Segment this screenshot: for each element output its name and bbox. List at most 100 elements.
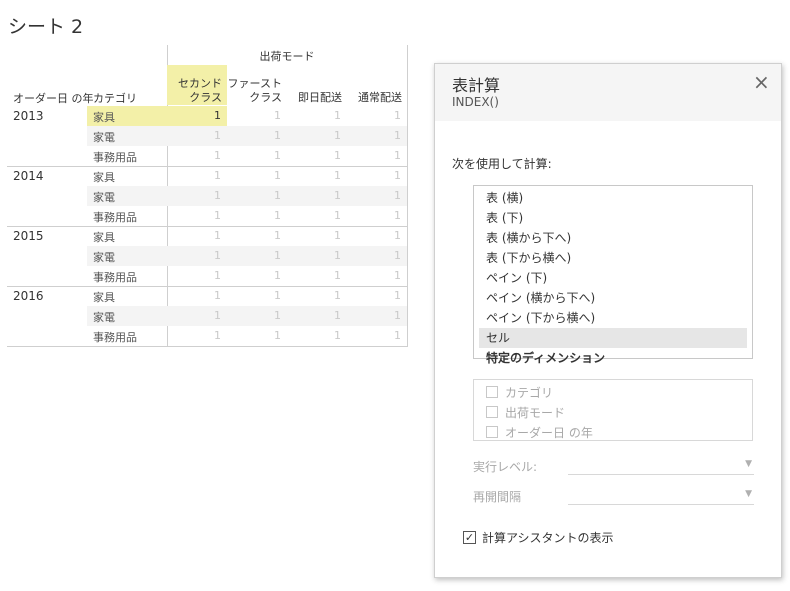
table-cell[interactable]: 1: [287, 149, 347, 162]
category-label[interactable]: 家電: [93, 189, 115, 205]
row-header-category[interactable]: カテゴリ: [93, 90, 137, 106]
category-label[interactable]: 家電: [93, 129, 115, 145]
table-cell[interactable]: 1: [227, 209, 287, 222]
row-header-year[interactable]: オーダー日 の年: [13, 90, 94, 106]
table-cell[interactable]: 1: [167, 269, 227, 282]
table-cell[interactable]: 1: [347, 309, 407, 322]
category-label[interactable]: 家具: [93, 169, 115, 185]
table-cell[interactable]: 1: [167, 169, 227, 182]
column-header-standard[interactable]: 通常配送: [347, 65, 407, 105]
table-cell[interactable]: 1: [347, 289, 407, 302]
table-cell[interactable]: 1: [167, 309, 227, 322]
table-cell[interactable]: 1: [347, 209, 407, 222]
table-cell[interactable]: 1: [347, 129, 407, 142]
table-cell[interactable]: 1: [287, 249, 347, 262]
table-cell[interactable]: 1: [227, 169, 287, 182]
table-cell[interactable]: 1: [167, 189, 227, 202]
table-cell[interactable]: 1: [167, 109, 227, 122]
option-specific-dimensions[interactable]: 特定のディメンション: [479, 348, 747, 368]
dimension-label: オーダー日 の年: [505, 425, 593, 440]
table-row: 家電 1 1 1 1: [7, 246, 408, 266]
table-cell[interactable]: 1: [227, 329, 287, 342]
option-pane-down-then-across[interactable]: ペイン (下から横へ): [479, 308, 747, 328]
table-cell[interactable]: 1: [227, 269, 287, 282]
year-label[interactable]: 2014: [13, 169, 44, 183]
table-cell[interactable]: 1: [347, 149, 407, 162]
category-label[interactable]: 家具: [93, 109, 115, 125]
dimension-label: カテゴリ: [505, 385, 554, 400]
category-label[interactable]: 事務用品: [93, 209, 137, 225]
checkbox-icon: [486, 386, 498, 398]
column-header-line: 通常配送: [358, 91, 402, 104]
year-label[interactable]: 2013: [13, 109, 44, 123]
compute-using-list[interactable]: 表 (横) 表 (下) 表 (横から下へ) 表 (下から横へ) ペイン (下) …: [473, 185, 753, 365]
option-table-across-then-down[interactable]: 表 (横から下へ): [479, 228, 747, 248]
table-cell[interactable]: 1: [227, 289, 287, 302]
table-cell[interactable]: 1: [227, 149, 287, 162]
table-cell[interactable]: 1: [167, 229, 227, 242]
crosstab: 出荷モード オーダー日 の年 カテゴリ セカンド クラス ファースト クラス 即…: [7, 45, 409, 347]
table-cell[interactable]: 1: [167, 249, 227, 262]
table-cell[interactable]: 1: [287, 309, 347, 322]
option-table-down-then-across[interactable]: 表 (下から横へ): [479, 248, 747, 268]
table-cell[interactable]: 1: [287, 289, 347, 302]
table-cell[interactable]: 1: [347, 169, 407, 182]
option-cell[interactable]: セル: [479, 328, 747, 348]
table-row: 2015 家具 1 1 1 1: [7, 226, 408, 246]
show-assistant-toggle[interactable]: ✓ 計算アシスタントの表示: [463, 529, 614, 546]
category-label[interactable]: 事務用品: [93, 149, 137, 165]
table-cell[interactable]: 1: [347, 189, 407, 202]
table-cell[interactable]: 1: [347, 269, 407, 282]
table-cell[interactable]: 1: [287, 169, 347, 182]
year-label[interactable]: 2015: [13, 229, 44, 243]
option-pane-down[interactable]: ペイン (下): [479, 268, 747, 288]
close-icon[interactable]: ×: [753, 72, 770, 92]
column-header-first-class[interactable]: ファースト クラス: [227, 65, 287, 105]
table-row: 事務用品 1 1 1 1: [7, 326, 408, 346]
divider: [7, 226, 408, 227]
column-group-header[interactable]: 出荷モード: [167, 48, 407, 64]
chevron-down-icon: ▼: [745, 489, 752, 499]
table-cell[interactable]: 1: [227, 309, 287, 322]
table-cell[interactable]: 1: [227, 129, 287, 142]
table-cell[interactable]: 1: [347, 329, 407, 342]
column-header-second-class[interactable]: セカンド クラス: [167, 65, 227, 105]
table-cell[interactable]: 1: [287, 329, 347, 342]
category-label[interactable]: 事務用品: [93, 329, 137, 345]
sheet-title: シート 2: [8, 16, 84, 38]
table-cell[interactable]: 1: [287, 229, 347, 242]
category-label[interactable]: 家電: [93, 249, 115, 265]
table-cell[interactable]: 1: [167, 289, 227, 302]
table-cell[interactable]: 1: [287, 189, 347, 202]
category-label[interactable]: 家具: [93, 289, 115, 305]
divider: [7, 166, 408, 167]
level-label: 実行レベル:: [473, 460, 538, 474]
table-cell[interactable]: 1: [347, 109, 407, 122]
table-row: 2013 家具 1 1 1 1: [7, 106, 408, 126]
column-header-same-day[interactable]: 即日配送: [287, 65, 347, 105]
option-pane-across-then-down[interactable]: ペイン (横から下へ): [479, 288, 747, 308]
option-table-across[interactable]: 表 (横): [479, 188, 747, 208]
table-cell[interactable]: 1: [167, 149, 227, 162]
table-cell[interactable]: 1: [227, 109, 287, 122]
table-cell[interactable]: 1: [227, 229, 287, 242]
category-label[interactable]: 事務用品: [93, 269, 137, 285]
table-cell[interactable]: 1: [347, 249, 407, 262]
table-cell[interactable]: 1: [167, 209, 227, 222]
table-cell[interactable]: 1: [227, 189, 287, 202]
option-table-down[interactable]: 表 (下): [479, 208, 747, 228]
table-cell[interactable]: 1: [287, 109, 347, 122]
year-label[interactable]: 2016: [13, 289, 44, 303]
table-cell[interactable]: 1: [287, 269, 347, 282]
table-cell[interactable]: 1: [287, 209, 347, 222]
table-cell[interactable]: 1: [347, 229, 407, 242]
table-cell[interactable]: 1: [167, 329, 227, 342]
table-row: 事務用品 1 1 1 1: [7, 146, 408, 166]
restart-select: ▼: [568, 488, 754, 505]
table-cell[interactable]: 1: [287, 129, 347, 142]
category-label[interactable]: 家具: [93, 229, 115, 245]
table-cell[interactable]: 1: [227, 249, 287, 262]
category-label[interactable]: 家電: [93, 309, 115, 325]
table-cell[interactable]: 1: [167, 129, 227, 142]
checkmark-icon[interactable]: ✓: [463, 531, 476, 544]
